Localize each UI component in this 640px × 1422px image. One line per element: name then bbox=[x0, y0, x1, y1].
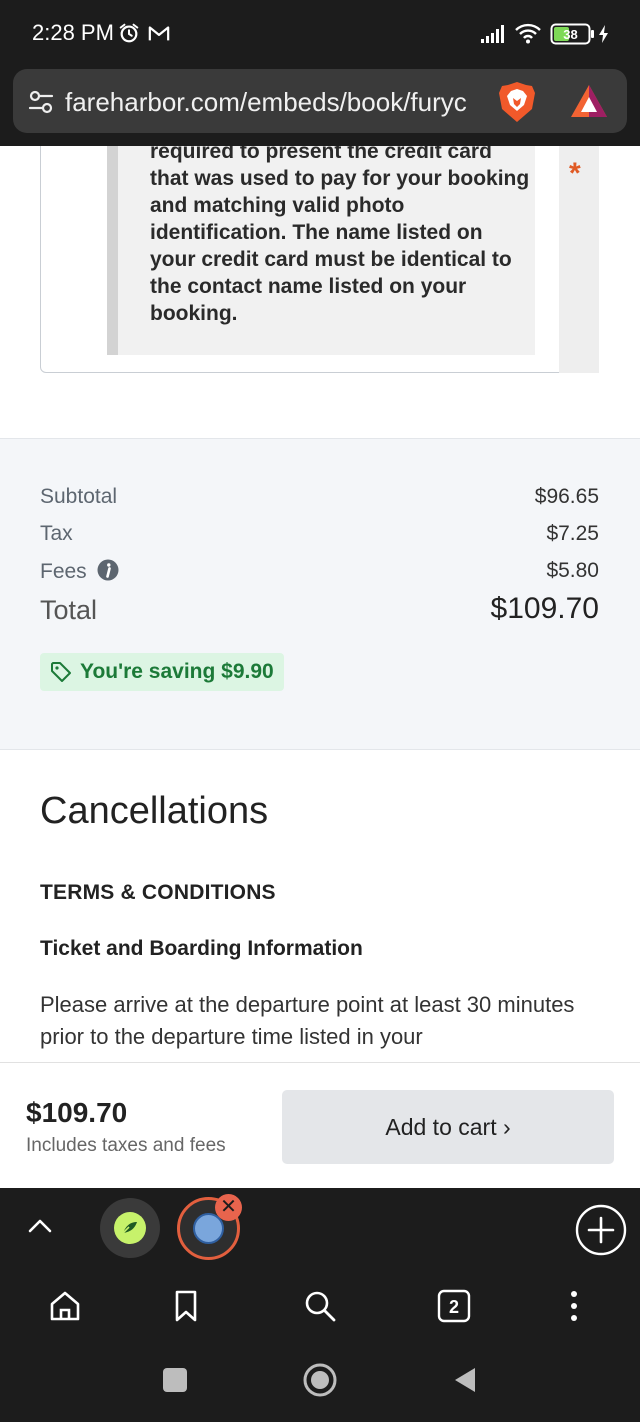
info-icon[interactable] bbox=[97, 559, 119, 581]
url-text[interactable]: fareharbor.com/embeds/book/furyc bbox=[65, 87, 495, 118]
tab-favicon bbox=[114, 1212, 146, 1244]
fees-value: $5.80 bbox=[546, 559, 599, 582]
tax-value: $7.25 bbox=[546, 522, 599, 545]
terms-heading: TERMS & CONDITIONS bbox=[40, 881, 276, 904]
site-settings-icon[interactable] bbox=[27, 88, 55, 116]
fees-label: Fees bbox=[40, 560, 87, 583]
required-asterisk: * bbox=[569, 157, 581, 190]
battery-icon: 38 bbox=[550, 23, 596, 45]
status-bar: 2:28 PM 38 bbox=[0, 0, 640, 66]
brave-shields-icon[interactable] bbox=[497, 80, 537, 124]
cart-taxes-note: Includes taxes and fees bbox=[26, 1135, 226, 1156]
more-menu-icon[interactable] bbox=[556, 1288, 592, 1324]
back-icon[interactable] bbox=[447, 1362, 483, 1398]
close-tab-button[interactable]: ✕ bbox=[215, 1194, 242, 1221]
alarm-icon bbox=[119, 23, 139, 43]
subtotal-value: $96.65 bbox=[534, 485, 599, 508]
tab-strip: ✕ bbox=[0, 1188, 640, 1272]
charging-icon bbox=[599, 25, 608, 43]
gmail-icon bbox=[148, 26, 170, 41]
recents-icon[interactable] bbox=[157, 1362, 193, 1398]
fees-row-label: Fees bbox=[40, 559, 119, 584]
browser-bottom-bar: 2 bbox=[0, 1272, 640, 1342]
add-to-cart-button[interactable]: Add to cart › bbox=[282, 1090, 614, 1164]
system-navigation bbox=[0, 1342, 640, 1422]
cancellations-title: Cancellations bbox=[40, 790, 269, 832]
home-icon[interactable] bbox=[47, 1288, 83, 1324]
notice-card: required to present the credit card that… bbox=[40, 146, 599, 373]
signal-icon bbox=[481, 25, 504, 43]
tab-count: 2 bbox=[449, 1297, 459, 1317]
subtotal-label: Subtotal bbox=[40, 485, 118, 508]
search-icon[interactable] bbox=[302, 1288, 338, 1324]
browser-toolbar: fareharbor.com/embeds/book/furyc bbox=[0, 66, 640, 146]
tag-icon bbox=[51, 662, 71, 682]
battery-level: 38 bbox=[563, 27, 577, 42]
price-summary: Subtotal $96.65 Tax $7.25 Fees $5.80 Tot… bbox=[0, 438, 640, 750]
address-bar[interactable]: fareharbor.com/embeds/book/furyc bbox=[13, 69, 627, 133]
new-tab-icon[interactable] bbox=[575, 1204, 627, 1256]
home-button-icon[interactable] bbox=[302, 1362, 338, 1398]
status-time: 2:28 PM bbox=[32, 20, 114, 45]
ticket-heading: Ticket and Boarding Information bbox=[40, 937, 363, 960]
tab-group-item[interactable] bbox=[100, 1198, 160, 1258]
tax-label: Tax bbox=[40, 522, 73, 545]
notice-quote: required to present the credit card that… bbox=[107, 146, 535, 355]
savings-badge: You're saving $9.90 bbox=[40, 653, 284, 691]
ticket-body: Please arrive at the departure point at … bbox=[40, 992, 575, 1049]
total-label: Total bbox=[40, 595, 98, 625]
page-content: required to present the credit card that… bbox=[0, 146, 640, 1062]
total-value: $109.70 bbox=[490, 592, 599, 625]
bookmark-icon[interactable] bbox=[168, 1288, 204, 1324]
tabs-button[interactable]: 2 bbox=[436, 1288, 472, 1324]
wifi-icon bbox=[515, 23, 541, 44]
cart-price: $109.70 bbox=[26, 1097, 128, 1128]
chevron-up-icon[interactable] bbox=[26, 1212, 54, 1240]
cart-footer: $109.70 Includes taxes and fees Add to c… bbox=[0, 1062, 640, 1188]
notice-text: required to present the credit card that… bbox=[150, 146, 530, 325]
leaf-icon bbox=[122, 1222, 137, 1234]
savings-text: You're saving $9.90 bbox=[80, 660, 274, 683]
brave-rewards-icon[interactable] bbox=[569, 83, 609, 121]
